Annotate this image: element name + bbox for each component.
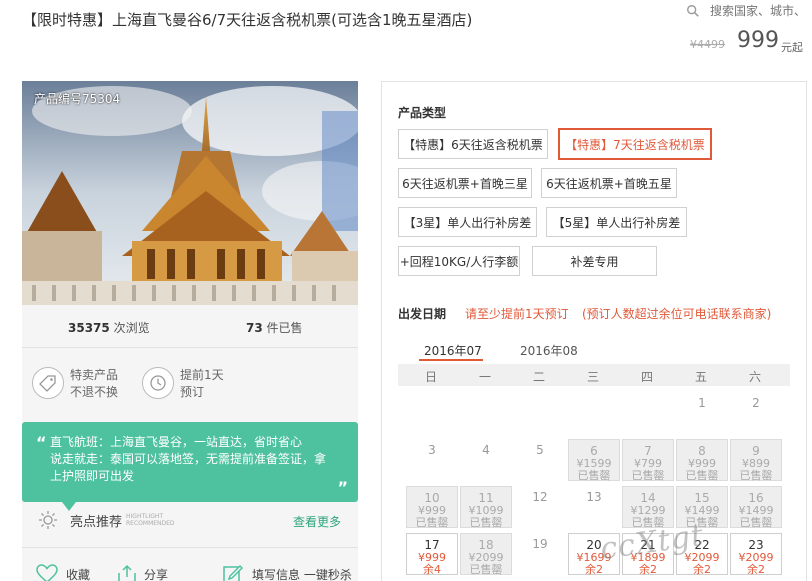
product-type-label: 产品类型	[398, 106, 447, 120]
option-6day-3star[interactable]: 6天往返机票+首晚三星	[398, 168, 532, 198]
weekday: 六	[748, 370, 761, 384]
sold-count-label: 件已售	[266, 321, 303, 335]
quote-line: 直飞航班：上海直飞曼谷，一站直达，省时省心	[50, 435, 303, 449]
calendar-day: 12	[532, 490, 548, 504]
calendar-day-available[interactable]: 23 ¥2099 余2	[730, 533, 782, 576]
search-box[interactable]	[680, 0, 812, 22]
calendar-day-sold-out: 6 ¥1599 已售罄	[568, 439, 620, 482]
product-number: 产品编号75304	[34, 92, 121, 106]
feature-line2: 不退不换	[70, 385, 119, 399]
highlight-quote: “ 直飞航班：上海直飞曼谷，一站直达，省时省心 说走就走：泰国可以落地签，无需提…	[22, 422, 358, 502]
temple-photo	[22, 81, 358, 305]
edit-icon	[223, 564, 244, 581]
sold-count: 73 件已售	[246, 319, 303, 336]
weekday: 日	[424, 370, 437, 384]
page: 【限时特惠】上海直飞曼谷6/7天往返含税机票(可选含1晚五星酒店) ¥4499 …	[0, 0, 812, 581]
contact-merchant-note: (预订人数超过余位可电话联系商家)	[582, 307, 772, 321]
calendar-day-sold-out: 16 ¥1499 已售罄	[730, 486, 782, 529]
flash-buy-label: 填写信息 一键秒杀	[252, 567, 352, 581]
feature-line1: 提前1天	[180, 368, 224, 382]
tab-month-july[interactable]: 2016年07	[424, 342, 482, 359]
highlight-en-label: HIGHTLIGHT RECOMMENDED	[126, 513, 175, 527]
page-title: 【限时特惠】上海直飞曼谷6/7天往返含税机票(可选含1晚五星酒店)	[22, 11, 473, 29]
original-price: ¥4499	[690, 38, 725, 51]
sun-icon	[39, 511, 57, 529]
view-count-number: 35375	[68, 321, 110, 335]
calendar-day: 1	[698, 396, 706, 410]
feature-advance-booking: 提前1天 预订	[142, 367, 224, 401]
option-6day-ticket[interactable]: 【特惠】6天往返含税机票	[398, 129, 548, 159]
option-price-adjustment[interactable]: 补差专用	[532, 246, 657, 276]
calendar-day: 4	[482, 443, 490, 457]
clock-icon	[142, 367, 174, 399]
calendar-day: 19	[532, 537, 548, 551]
calendar-day: 2	[752, 396, 760, 410]
feature-line1: 特卖产品	[70, 368, 119, 382]
sold-count-number: 73	[246, 321, 263, 335]
divider	[22, 347, 358, 348]
quote-line: 上护照即可出发	[50, 469, 135, 483]
tab-month-august[interactable]: 2016年08	[520, 342, 578, 359]
quote-line: 说走就走：泰国可以落地签，无需提前准备签证，拿	[50, 452, 327, 466]
product-summary-panel: 产品编号75304 35375 次浏览 73 件已售 特卖产品 不退不换 提前1…	[22, 81, 358, 581]
search-icon[interactable]	[686, 3, 700, 19]
favorite-button[interactable]: 收藏	[36, 564, 90, 581]
highlight-label: 亮点推荐	[70, 514, 123, 530]
calendar-day-available[interactable]: 17 ¥999 余4	[406, 533, 458, 576]
option-7day-ticket[interactable]: 【特惠】7天往返含税机票	[558, 128, 712, 160]
price-unit: 元起	[781, 41, 803, 54]
share-label: 分享	[144, 567, 169, 581]
heart-icon	[36, 564, 58, 581]
view-count-label: 次浏览	[113, 321, 150, 335]
option-3star-single[interactable]: 【3星】单人出行补房差	[398, 207, 537, 237]
current-price: 999	[737, 28, 779, 53]
weekday: 四	[640, 370, 653, 384]
open-quote-icon: “	[36, 433, 47, 452]
weekday: 一	[478, 370, 491, 384]
calendar-day: 3	[428, 443, 436, 457]
view-count: 35375 次浏览	[68, 319, 150, 336]
calendar-day-sold-out: 18 ¥2099 已售罄	[460, 533, 512, 576]
option-6day-5star[interactable]: 6天往返机票+首晚五星	[541, 168, 677, 198]
calendar-day-sold-out: 7 ¥799 已售罄	[622, 439, 674, 482]
favorite-label: 收藏	[66, 567, 91, 581]
view-more-link[interactable]: 查看更多	[293, 513, 341, 530]
calendar-day: 13	[586, 490, 602, 504]
calendar-weekday-header: 日 一 二 三 四 五 六	[398, 364, 790, 386]
weekday: 五	[694, 370, 707, 384]
feature-line2: 预订	[180, 385, 205, 399]
departure-date-label: 出发日期	[398, 307, 447, 321]
divider	[22, 547, 358, 548]
calendar-day: 5	[536, 443, 544, 457]
share-button[interactable]: 分享	[116, 564, 168, 581]
weekday: 二	[532, 370, 545, 384]
close-quote-icon: ”	[337, 478, 348, 497]
calendar-day-sold-out: 10 ¥999 已售罄	[406, 486, 458, 529]
active-month-indicator	[419, 359, 483, 361]
feature-special-sale: 特卖产品 不退不换	[32, 367, 118, 401]
weekday: 三	[586, 370, 599, 384]
calendar-day-sold-out: 9 ¥899 已售罄	[730, 439, 782, 482]
calendar-day-sold-out: 14 ¥1299 已售罄	[622, 486, 674, 529]
flash-buy-button[interactable]: 填写信息 一键秒杀	[222, 564, 352, 581]
share-icon	[118, 564, 136, 581]
booking-panel: 产品类型 【特惠】6天往返含税机票 【特惠】7天往返含税机票 6天往返机票+首晚…	[381, 81, 807, 581]
option-luggage[interactable]: +回程10KG/人行李额	[398, 246, 520, 276]
option-5star-single[interactable]: 【5星】单人出行补房差	[546, 207, 687, 237]
tag-icon	[32, 367, 64, 399]
highlight-header: 亮点推荐 HIGHTLIGHT RECOMMENDED	[38, 510, 175, 530]
product-photo[interactable]: 产品编号75304	[22, 81, 358, 305]
calendar-day-sold-out: 8 ¥999 已售罄	[676, 439, 728, 482]
calendar-day-sold-out: 11 ¥1099 已售罄	[460, 486, 512, 529]
search-input[interactable]	[710, 4, 812, 18]
advance-booking-note: 请至少提前1天预订	[465, 307, 569, 321]
